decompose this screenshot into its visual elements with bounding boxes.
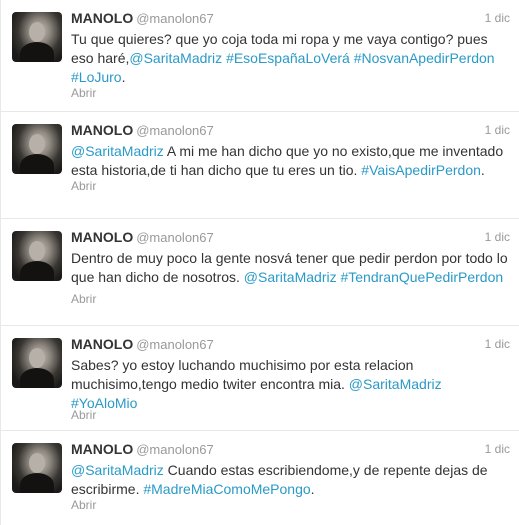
- hashtag-link[interactable]: #MadreMiaComoMePongo: [143, 481, 310, 497]
- tweet-timeline: MANOLO @manolon67 1 dic Tu que quieres? q…: [0, 0, 519, 525]
- mention-link[interactable]: @SaritaMadriz: [244, 269, 337, 285]
- user-handle[interactable]: @manolon67: [136, 123, 214, 138]
- user-name[interactable]: MANOLO: [71, 122, 133, 138]
- user-name[interactable]: MANOLO: [71, 10, 133, 26]
- hashtag-link[interactable]: #LoJuro: [71, 69, 122, 85]
- open-tweet-link[interactable]: Abrir: [71, 408, 96, 422]
- user-name[interactable]: MANOLO: [71, 336, 133, 352]
- tweet-header: MANOLO @manolon67 1 dic: [71, 122, 510, 140]
- user-handle[interactable]: @manolon67: [136, 337, 214, 352]
- mention-link[interactable]: @SaritaMadriz: [71, 143, 164, 159]
- tweet-header: MANOLO @manolon67 1 dic: [71, 229, 510, 247]
- tweet-text: @SaritaMadriz Cuando estas escribiendome…: [71, 461, 511, 499]
- tweet-text-segment: .: [480, 162, 485, 178]
- tweet-item[interactable]: MANOLO @manolon67 1 dic Dentro de muy poc…: [1, 219, 519, 326]
- user-handle[interactable]: @manolon67: [136, 11, 214, 26]
- tweet-timestamp[interactable]: 1 dic: [485, 123, 510, 137]
- tweet-text: Tu que quieres? que yo coja toda mi ropa…: [71, 30, 511, 87]
- hashtag-link[interactable]: #EsoEspañaLoVerá: [226, 50, 350, 66]
- hashtag-link[interactable]: #VaisApedirPerdon: [361, 162, 481, 178]
- tweet-header: MANOLO @manolon67 1 dic: [71, 441, 510, 459]
- tweet-text: @SaritaMadriz A mi me han dicho que yo n…: [71, 142, 511, 180]
- avatar[interactable]: [12, 338, 62, 388]
- tweet-item[interactable]: MANOLO @manolon67 1 dic Tu que quieres? q…: [1, 0, 519, 112]
- user-handle[interactable]: @manolon67: [136, 230, 214, 245]
- tweet-header: MANOLO @manolon67 1 dic: [71, 10, 510, 28]
- avatar[interactable]: [12, 124, 62, 174]
- tweet-timestamp[interactable]: 1 dic: [485, 442, 510, 456]
- open-tweet-link[interactable]: Abrir: [71, 292, 96, 306]
- mention-link[interactable]: @SaritaMadriz: [71, 462, 164, 478]
- avatar[interactable]: [12, 12, 62, 62]
- tweet-timestamp[interactable]: 1 dic: [485, 11, 510, 25]
- hashtag-link[interactable]: #TendranQuePedirPerdon: [340, 269, 503, 285]
- tweet-text-segment: .: [121, 69, 126, 85]
- tweet-header: MANOLO @manolon67 1 dic: [71, 336, 510, 354]
- open-tweet-link[interactable]: Abrir: [71, 86, 96, 100]
- tweet-item[interactable]: MANOLO @manolon67 1 dic @SaritaMadriz Cua…: [1, 431, 519, 525]
- tweet-timestamp[interactable]: 1 dic: [485, 337, 510, 351]
- tweet-item[interactable]: MANOLO @manolon67 1 dic @SaritaMadriz A m…: [1, 112, 519, 219]
- avatar[interactable]: [12, 443, 62, 493]
- avatar[interactable]: [12, 231, 62, 281]
- user-handle[interactable]: @manolon67: [136, 442, 214, 457]
- tweet-item[interactable]: MANOLO @manolon67 1 dic Sabes? yo estoy l…: [1, 326, 519, 431]
- open-tweet-link[interactable]: Abrir: [71, 498, 96, 512]
- tweet-text: Dentro de muy poco la gente nosvá tener …: [71, 249, 511, 287]
- mention-link[interactable]: @SaritaMadriz: [349, 376, 442, 392]
- tweet-text: Sabes? yo estoy luchando muchisimo por e…: [71, 356, 511, 413]
- user-name[interactable]: MANOLO: [71, 441, 133, 457]
- tweet-text-segment: .: [310, 481, 315, 497]
- open-tweet-link[interactable]: Abrir: [71, 179, 96, 193]
- user-name[interactable]: MANOLO: [71, 229, 133, 245]
- tweet-timestamp[interactable]: 1 dic: [485, 230, 510, 244]
- mention-link[interactable]: @SaritaMadriz: [129, 50, 222, 66]
- hashtag-link[interactable]: #NosvanApedirPerdon: [354, 50, 495, 66]
